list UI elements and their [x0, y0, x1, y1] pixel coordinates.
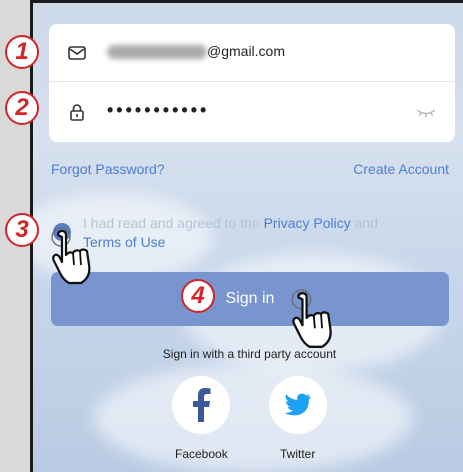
- credentials-card: @gmail.com •••••••••••: [49, 24, 455, 142]
- twitter-label: Twitter: [280, 447, 316, 461]
- password-value: •••••••••••: [107, 100, 210, 120]
- agreement-text: I had read and agreed to the Privacy Pol…: [83, 214, 443, 252]
- twitter-button[interactable]: [269, 376, 327, 434]
- privacy-policy-link[interactable]: Privacy Policy: [264, 215, 351, 231]
- phone-screen: @gmail.com ••••••••••• Forgot Password? …: [30, 0, 463, 472]
- password-field[interactable]: •••••••••••: [49, 83, 455, 140]
- facebook-button[interactable]: [172, 376, 230, 434]
- facebook-label: Facebook: [175, 447, 228, 461]
- background-cloud: [93, 363, 413, 472]
- eye-closed-icon[interactable]: [415, 107, 437, 119]
- step-1-badge: 1: [5, 35, 39, 69]
- pointing-hand-icon: [291, 289, 332, 348]
- email-field[interactable]: @gmail.com: [49, 24, 455, 82]
- sign-in-label: Sign in: [225, 290, 275, 307]
- lock-icon: [70, 104, 84, 121]
- step-4-badge: 4: [181, 279, 215, 313]
- facebook-icon: [193, 388, 211, 422]
- third-party-heading: Sign in with a third party account: [162, 347, 337, 361]
- twitter-icon: [284, 393, 311, 416]
- agree-and: and: [354, 215, 378, 231]
- email-value: @gmail.com: [107, 43, 285, 60]
- step-3-badge: 3: [5, 213, 39, 247]
- mail-icon: [68, 46, 86, 60]
- step-2-badge: 2: [5, 91, 39, 125]
- redacted-email-username: [107, 45, 207, 60]
- forgot-password-link[interactable]: Forgot Password?: [51, 161, 165, 177]
- pointing-hand-icon: [51, 227, 91, 285]
- create-account-link[interactable]: Create Account: [353, 161, 449, 177]
